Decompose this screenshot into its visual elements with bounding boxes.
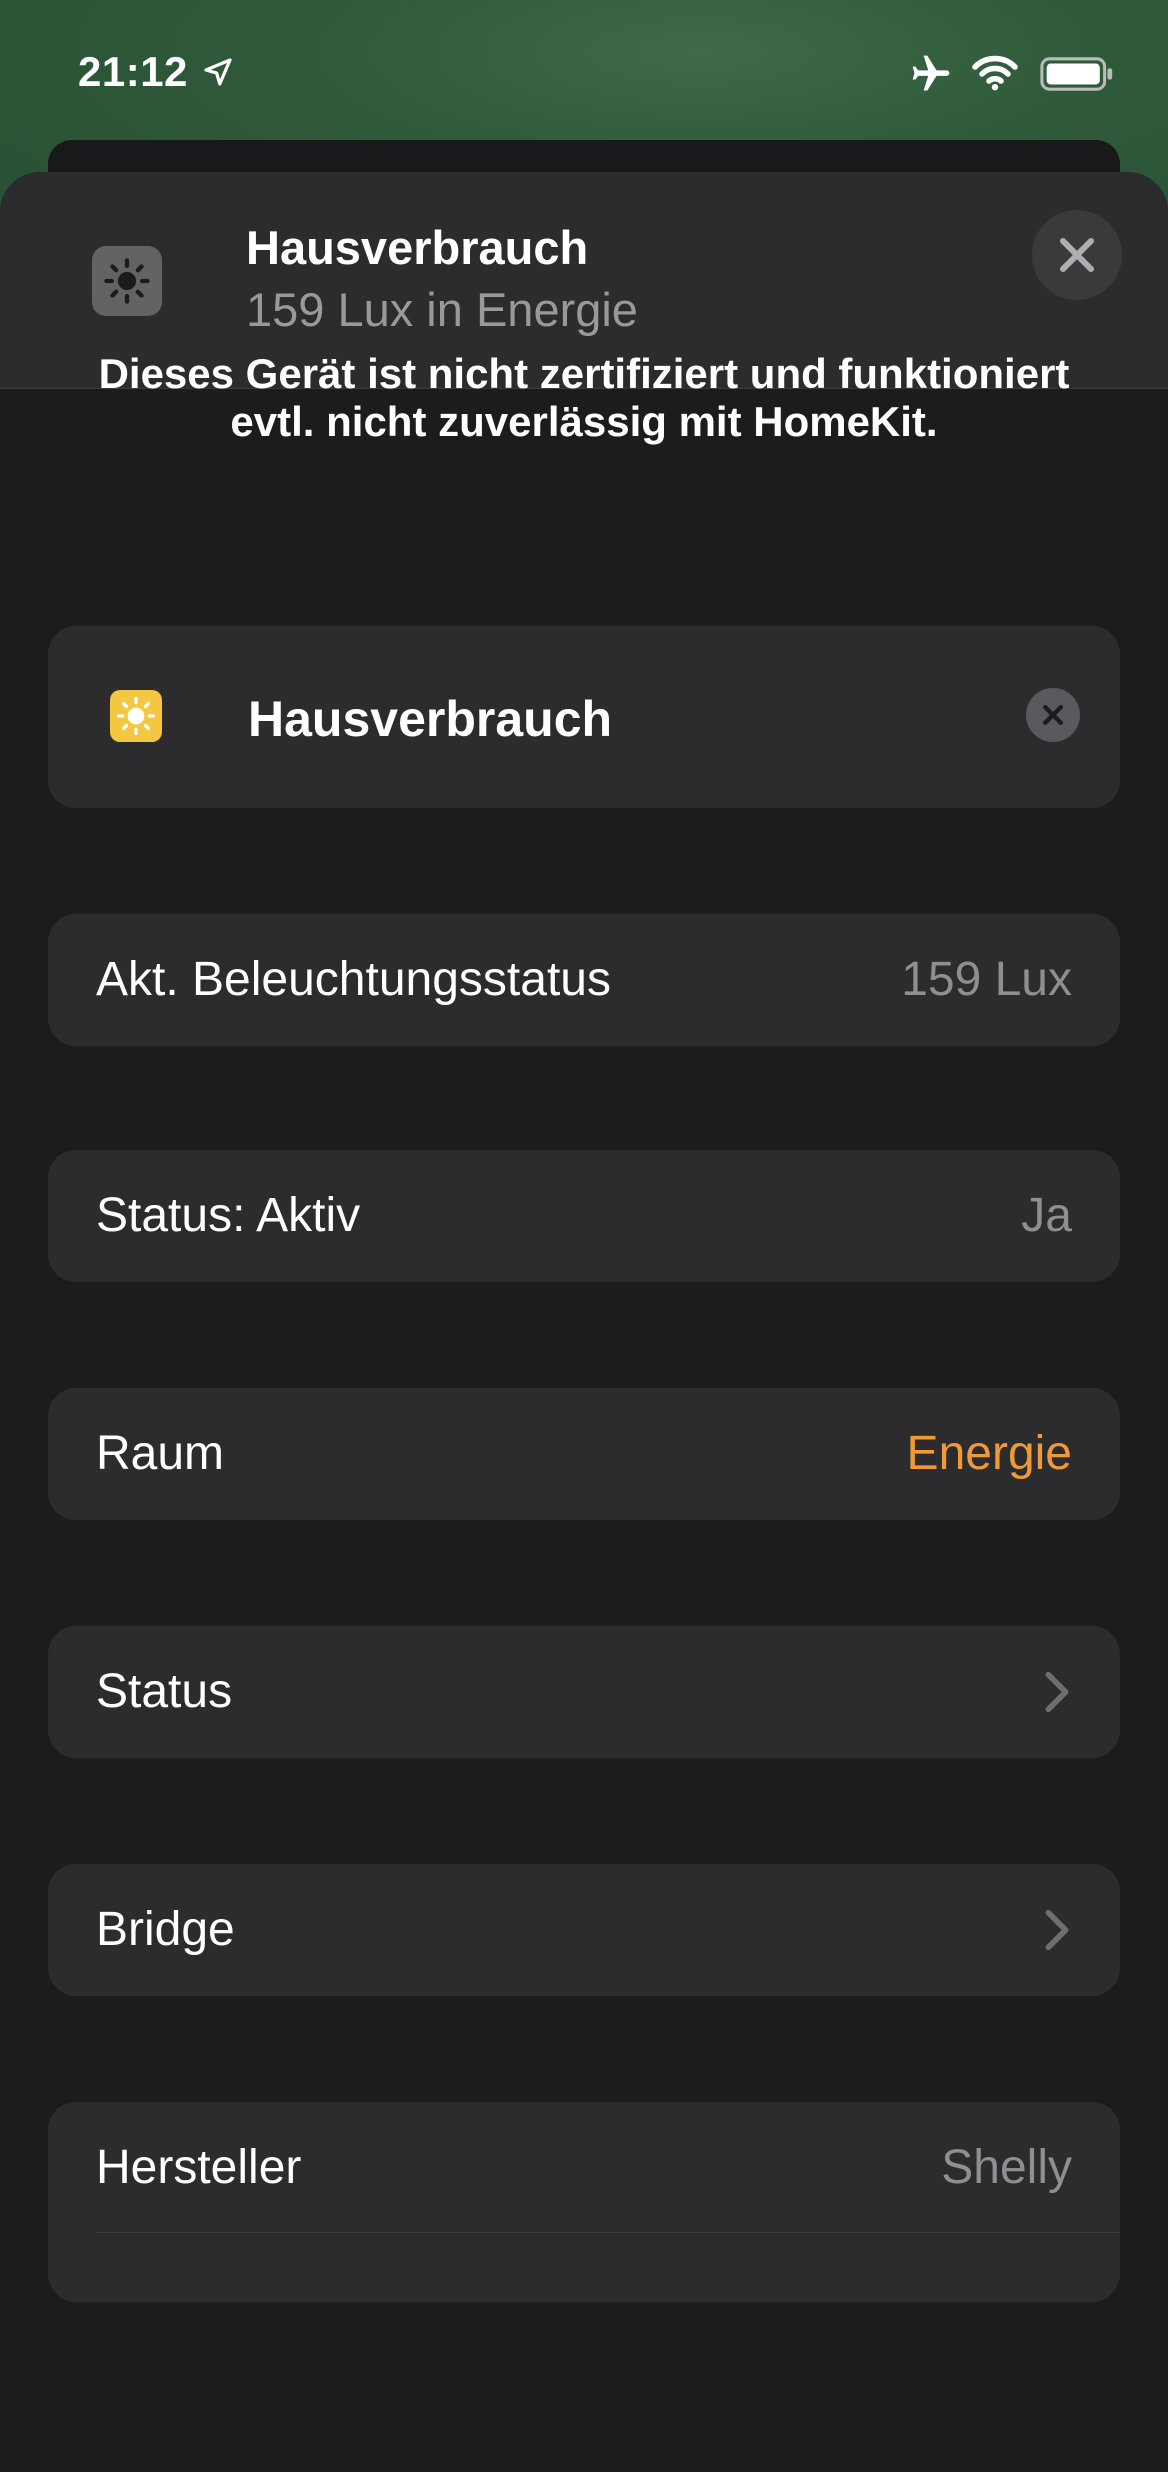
light-level-label: Akt. Beleuchtungsstatus (96, 953, 611, 1006)
chevron-right-icon (1045, 1909, 1069, 1951)
status-active-value: Ja (1021, 1189, 1072, 1242)
room-label: Raum (96, 1427, 225, 1480)
bridge-row[interactable]: Bridge (48, 1864, 1120, 1996)
certification-notice: Dieses Gerät ist nicht zertifiziert und … (98, 350, 1070, 445)
airplane-icon (912, 55, 950, 91)
status-active-row: Status: Aktiv Ja (48, 1150, 1120, 1282)
light-sensor-icon (92, 246, 162, 316)
status-bar: 21:12 (0, 0, 1168, 140)
location-arrow-icon (204, 58, 232, 86)
light-level-value: 159 Lux (901, 953, 1072, 1006)
status-active-label: Status: Aktiv (96, 1189, 361, 1242)
device-name[interactable]: Hausverbrauch (248, 690, 612, 748)
device-tile[interactable]: Hausverbrauch (48, 626, 1120, 808)
status-label: Status (96, 1665, 233, 1718)
manufacturer-label: Hersteller (96, 2141, 302, 2194)
status-row[interactable]: Status (48, 1626, 1120, 1758)
manufacturer-group: Hersteller Shelly (48, 2102, 1120, 2302)
status-time: 21:12 (78, 48, 188, 95)
manufacturer-value: Shelly (941, 2141, 1072, 2194)
room-value[interactable]: Energie (907, 1426, 1072, 1481)
clear-icon (1042, 704, 1064, 726)
close-icon (1060, 238, 1094, 272)
close-button[interactable] (1032, 210, 1122, 300)
sun-icon (110, 690, 162, 742)
clear-name-button[interactable] (1026, 688, 1080, 742)
chevron-right-icon (1045, 1671, 1069, 1713)
accessory-subtitle: 159 Lux in Energie (246, 283, 638, 336)
row-divider (96, 2232, 1120, 2233)
light-level-row: Akt. Beleuchtungsstatus 159 Lux (48, 914, 1120, 1046)
room-row[interactable]: Raum Energie (48, 1388, 1120, 1520)
bridge-label: Bridge (96, 1903, 235, 1956)
wifi-icon (972, 55, 1018, 91)
battery-icon (1040, 57, 1113, 91)
accessory-title: Hausverbrauch (246, 221, 589, 274)
